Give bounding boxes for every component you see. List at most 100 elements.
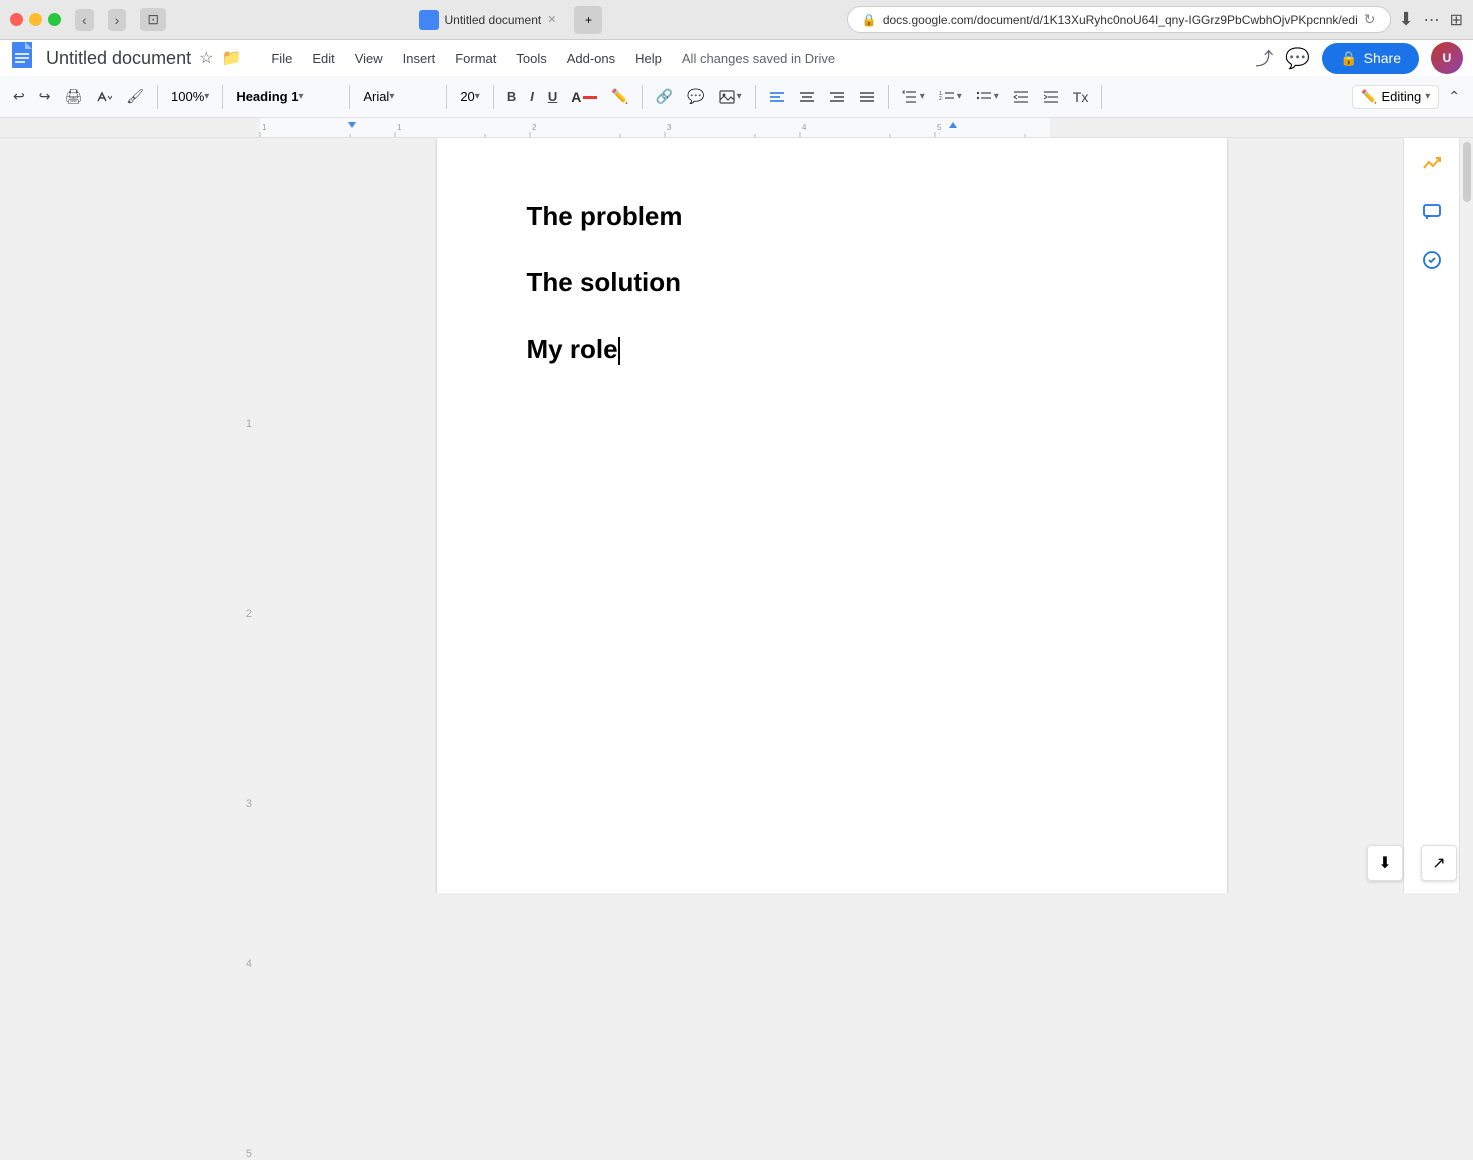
menu-file[interactable]: File: [261, 47, 302, 70]
page-number-2: 2: [246, 608, 252, 620]
trending-up-icon[interactable]: [1416, 148, 1448, 180]
font-size-dropdown-arrow: ▾: [475, 91, 480, 102]
page-number-4: 4: [246, 958, 252, 970]
svg-text:2.: 2.: [939, 96, 943, 102]
clear-formatting-button[interactable]: Tx: [1068, 85, 1094, 109]
doc-title[interactable]: Untitled document: [46, 48, 191, 69]
svg-text:1: 1: [397, 123, 402, 132]
paint-format-button[interactable]: 🖌: [121, 84, 149, 109]
menu-format[interactable]: Format: [445, 47, 506, 70]
new-tab-button[interactable]: +: [574, 6, 602, 34]
heading-dropdown-arrow: ▾: [298, 91, 303, 102]
menu-view[interactable]: View: [345, 47, 393, 70]
align-left-button[interactable]: [764, 87, 790, 107]
font-selector[interactable]: Arial ▾: [358, 86, 438, 107]
redo-button[interactable]: ↪: [34, 84, 56, 109]
tab-close[interactable]: ✕: [547, 13, 556, 26]
menu-edit[interactable]: Edit: [302, 47, 344, 70]
increase-indent-button[interactable]: [1038, 86, 1064, 108]
underline-button[interactable]: U: [543, 85, 562, 108]
download-icon[interactable]: ⬇: [1399, 9, 1414, 30]
numbered-list-button[interactable]: 1.2. ▾: [934, 86, 967, 108]
browser-tab[interactable]: Untitled document ✕: [411, 7, 565, 33]
highlight-button[interactable]: ✏️: [606, 84, 633, 109]
undo-button[interactable]: ↩: [8, 84, 30, 109]
activity-icon[interactable]: ⤴: [1255, 45, 1273, 71]
more-options-icon[interactable]: ⋯: [1424, 10, 1440, 30]
document-page[interactable]: The problem The solution My role: [437, 138, 1227, 893]
separator-5: [493, 85, 494, 109]
tab-title: Untitled document: [445, 13, 542, 27]
back-button[interactable]: ‹: [75, 9, 94, 31]
separator-8: [888, 85, 889, 109]
decrease-indent-button[interactable]: [1008, 86, 1034, 108]
scrollbar[interactable]: [1459, 138, 1473, 893]
print-button[interactable]: 🖨: [59, 84, 87, 109]
url-bar[interactable]: 🔒 docs.google.com/document/d/1K13XuRyhc0…: [847, 6, 1391, 33]
expand-icon[interactable]: ↗: [1421, 845, 1457, 881]
doc-identity: Untitled document ☆ 📁: [10, 42, 241, 74]
tab-layout-button[interactable]: ⊡: [140, 8, 166, 31]
editing-mode-label: Editing: [1381, 89, 1421, 104]
editing-pencil-icon: ✏️: [1361, 89, 1377, 105]
document-area[interactable]: The problem The solution My role: [260, 138, 1403, 893]
minimize-button[interactable]: [29, 13, 42, 26]
spellcheck-button[interactable]: [91, 85, 117, 109]
page-number-3: 3: [246, 798, 252, 810]
font-size-selector[interactable]: 20 ▾: [455, 86, 485, 107]
ruler-svg: 1 1 2 3 4 5: [0, 118, 1473, 137]
main-layout: 1 2 3 4 5 The problem The solution My ro…: [0, 138, 1473, 893]
menu-help[interactable]: Help: [625, 47, 672, 70]
save-status: All changes saved in Drive: [682, 51, 835, 66]
bullet-list-arrow: ▾: [994, 91, 999, 102]
separator-6: [642, 85, 643, 109]
spell-check-icon[interactable]: [1416, 244, 1448, 276]
line-spacing-button[interactable]: ▾: [897, 86, 930, 108]
menu-tools[interactable]: Tools: [506, 47, 556, 70]
svg-text:3: 3: [667, 123, 672, 132]
editing-mode-button[interactable]: ✏️ Editing ▾: [1352, 85, 1439, 109]
bullet-list-button[interactable]: ▾: [971, 86, 1004, 108]
close-button[interactable]: [10, 13, 23, 26]
insert-comment-button[interactable]: 💬: [682, 84, 709, 109]
justify-button[interactable]: [854, 87, 880, 107]
align-center-button[interactable]: [794, 87, 820, 107]
insert-image-button[interactable]: ▾: [714, 86, 747, 108]
text-color-button[interactable]: A: [566, 85, 602, 109]
fullscreen-button[interactable]: [48, 13, 61, 26]
forward-button[interactable]: ›: [108, 9, 127, 31]
italic-button[interactable]: I: [525, 85, 539, 108]
download-doc-button[interactable]: ⬇: [1367, 845, 1403, 881]
svg-text:4: 4: [802, 123, 807, 132]
menu-bar: File Edit View Insert Format Tools Add-o…: [241, 47, 1255, 70]
star-icon[interactable]: ☆: [199, 48, 213, 68]
bold-button[interactable]: B: [502, 85, 521, 108]
scrollbar-thumb[interactable]: [1463, 142, 1471, 202]
comment-icon[interactable]: [1416, 196, 1448, 228]
collapse-toolbar-button[interactable]: ⌃: [1443, 84, 1465, 109]
menu-addons[interactable]: Add-ons: [557, 47, 625, 70]
tab-bar: Untitled document ✕ +: [174, 6, 839, 34]
share-button[interactable]: 🔒 Share: [1322, 43, 1419, 74]
font-size-value: 20: [460, 89, 474, 104]
heading-style-selector[interactable]: Heading 1 ▾: [231, 86, 341, 107]
share-label: Share: [1364, 50, 1401, 66]
titlebar-right: ⬇ ⋯ ⊞: [1399, 9, 1464, 30]
heading-1[interactable]: The problem: [527, 198, 1137, 234]
insert-link-button[interactable]: 🔗: [651, 84, 678, 109]
expand-button[interactable]: ↗: [1421, 845, 1457, 881]
heading-3[interactable]: My role: [527, 331, 1137, 367]
align-right-button[interactable]: [824, 87, 850, 107]
comments-icon[interactable]: 💬: [1285, 46, 1310, 71]
menu-insert[interactable]: Insert: [393, 47, 446, 70]
reload-button[interactable]: ↻: [1364, 11, 1376, 28]
user-avatar[interactable]: U: [1431, 42, 1463, 74]
url-text: docs.google.com/document/d/1K13XuRyhc0no…: [883, 13, 1358, 27]
page-number-5: 5: [246, 1148, 252, 1160]
svg-text:2: 2: [532, 123, 537, 132]
split-view-icon[interactable]: ⊞: [1450, 10, 1463, 30]
zoom-selector[interactable]: 100% ▾: [166, 86, 214, 107]
separator-4: [446, 85, 447, 109]
folder-icon[interactable]: 📁: [221, 48, 241, 68]
heading-2[interactable]: The solution: [527, 264, 1137, 300]
